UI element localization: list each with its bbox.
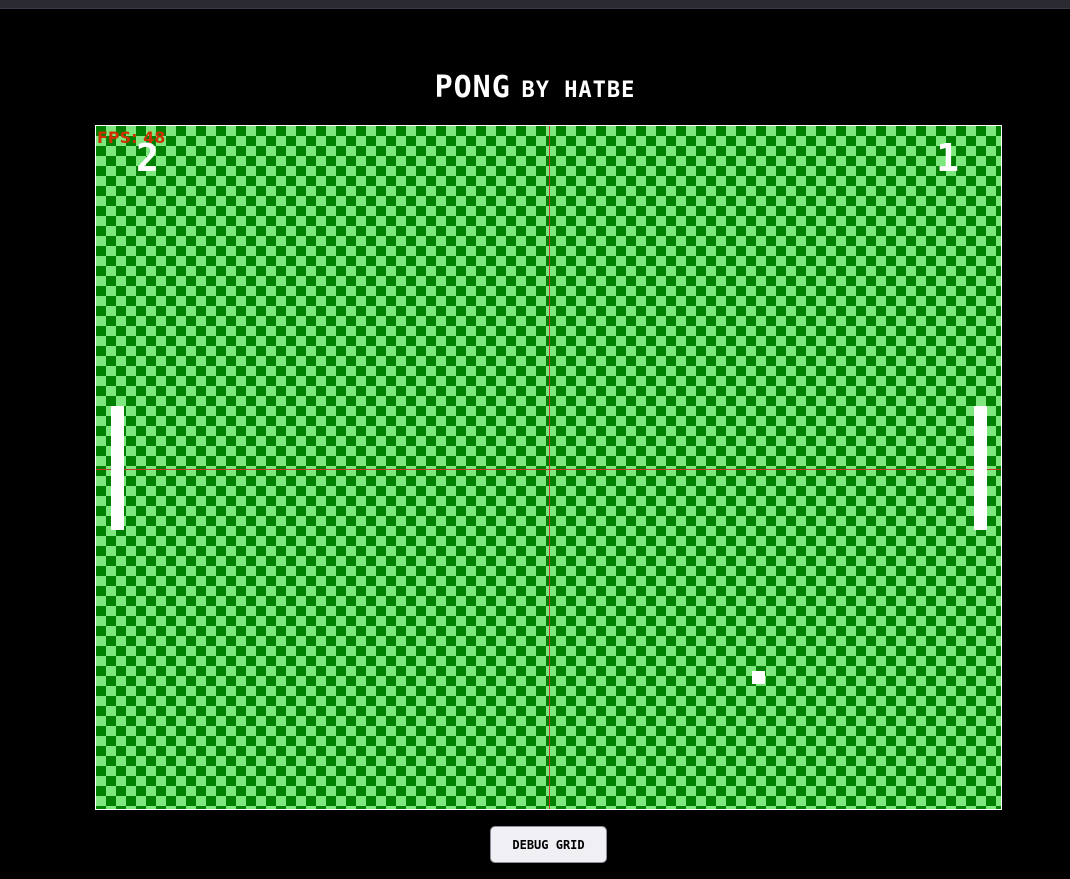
score-left: 2 [136, 136, 159, 180]
ball [752, 671, 765, 684]
title-byline: BY HATBE [521, 78, 636, 103]
right-paddle [974, 406, 987, 530]
game-court[interactable]: FPS: 48 2 1 [95, 125, 1002, 810]
title-main: PONG [434, 70, 511, 105]
debug-grid-button[interactable]: DEBUG GRID [490, 826, 607, 863]
score-right: 1 [936, 136, 959, 180]
debug-grid-horizontal-line [96, 469, 1001, 470]
page-title: PONG BY HATBE [0, 70, 1070, 105]
debug-grid-vertical-line [549, 126, 550, 809]
browser-toolbar-strip [0, 0, 1070, 9]
left-paddle [111, 406, 124, 530]
